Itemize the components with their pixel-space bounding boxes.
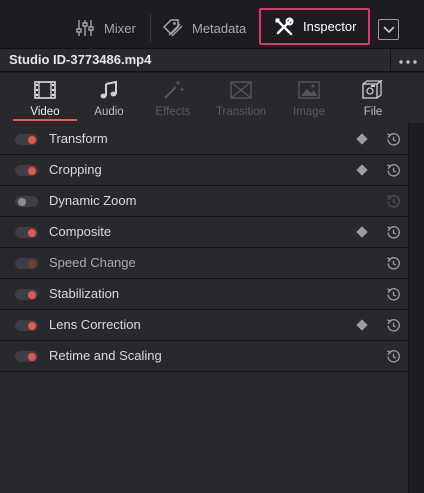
property-row-cropping[interactable]: Cropping [0,155,409,186]
metadata-tag-icon [162,17,184,39]
file-icon [361,79,385,101]
tab-effects[interactable]: Effects [141,79,205,123]
enable-toggle[interactable] [15,258,38,269]
tab-label: Video [30,106,60,118]
property-row-speed-change[interactable]: Speed Change [0,248,409,279]
tab-label: Image [293,106,325,118]
more-options-button[interactable] [390,49,424,71]
enable-toggle[interactable] [15,320,38,331]
tab-label: Audio [94,106,124,118]
clip-title: Studio ID-3773486.mp4 [9,52,152,67]
film-icon [33,79,57,101]
reset-icon[interactable] [385,286,401,302]
property-label: Stabilization [49,286,120,301]
tab-transition[interactable]: Transition [209,79,273,123]
property-row-stabilization[interactable]: Stabilization [0,279,409,310]
property-row-dynamic-zoom[interactable]: Dynamic Zoom [0,186,409,217]
tab-label: Transition [215,106,267,118]
transition-icon [229,79,253,101]
toolbar-divider [150,14,151,42]
magic-wand-icon [161,79,185,101]
tab-file[interactable]: File [341,79,405,123]
property-row-transform[interactable]: Transform [0,124,409,155]
property-label: Dynamic Zoom [49,193,137,208]
metadata-button[interactable]: Metadata [162,9,246,47]
enable-toggle[interactable] [15,134,38,145]
tab-video[interactable]: Video [13,79,77,123]
reset-icon[interactable] [385,162,401,178]
reset-icon[interactable] [385,255,401,271]
expand-panel-button[interactable] [378,19,399,40]
selected-tab-indicator [13,119,77,121]
property-label: Transform [49,131,108,146]
mixer-button[interactable]: Mixer [74,9,136,47]
reset-icon [385,193,401,209]
scrollbar[interactable] [408,123,424,493]
enable-toggle[interactable] [15,227,38,238]
clip-title-bar: Studio ID-3773486.mp4 [0,48,424,72]
tab-image[interactable]: Image [277,79,341,123]
tab-audio[interactable]: Audio [77,79,141,123]
reset-icon[interactable] [385,348,401,364]
keyframe-diamond-icon[interactable] [356,319,368,331]
mixer-icon [74,17,96,39]
top-toolbar: Mixer Metadata Inspector [0,0,424,48]
enable-toggle[interactable] [15,165,38,176]
mixer-label: Mixer [104,20,136,36]
reset-icon[interactable] [385,317,401,333]
property-label: Speed Change [49,255,136,270]
enable-toggle[interactable] [15,196,38,207]
inspector-label: Inspector [303,19,357,34]
ellipsis-icon [398,51,417,69]
tab-label: File [363,106,383,118]
property-label: Retime and Scaling [49,348,162,363]
music-note-icon [97,79,121,101]
inspector-button[interactable]: Inspector [259,8,371,45]
enable-toggle[interactable] [15,351,38,362]
property-row-composite[interactable]: Composite [0,217,409,248]
metadata-label: Metadata [192,20,247,36]
inspector-tabs: Video Audio Effects Transition Image Fil… [0,73,424,123]
enable-toggle[interactable] [15,289,38,300]
keyframe-diamond-icon[interactable] [356,164,368,176]
property-row-retime-and-scaling[interactable]: Retime and Scaling [0,341,409,372]
reset-icon[interactable] [385,131,401,147]
tab-label: Effects [155,106,191,118]
property-label: Composite [49,224,112,239]
image-icon [297,79,321,101]
tools-icon [273,16,295,38]
chevron-down-icon [382,21,395,39]
property-list: Transform Cropping Dynamic Zoom Composit… [0,124,409,372]
property-label: Lens Correction [49,317,141,332]
keyframe-diamond-icon[interactable] [356,133,368,145]
reset-icon[interactable] [385,224,401,240]
property-row-lens-correction[interactable]: Lens Correction [0,310,409,341]
keyframe-diamond-icon[interactable] [356,226,368,238]
property-label: Cropping [49,162,102,177]
